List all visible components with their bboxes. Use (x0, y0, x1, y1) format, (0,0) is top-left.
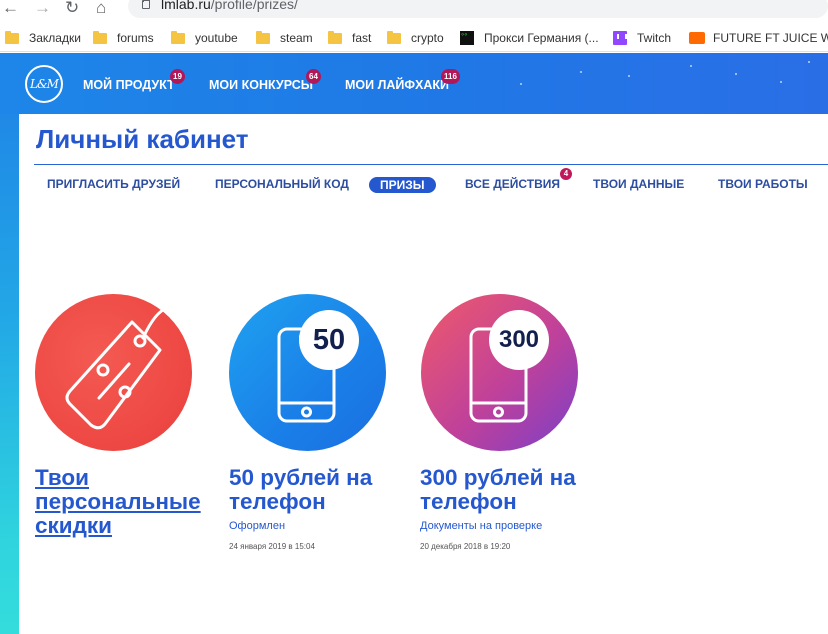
prize-discount-circle[interactable] (35, 294, 192, 451)
prize-date: 20 декабря 2018 в 19:20 (420, 542, 511, 551)
nav-badge: 64 (306, 69, 321, 84)
prize-date: 24 января 2019 в 15:04 (229, 542, 315, 551)
bookmark-youtube[interactable]: youtube (171, 30, 238, 46)
nav-my-contests[interactable]: МОИ КОНКУРСЫ 64 (209, 69, 321, 92)
url-text: lmlab.ru/profile/prizes/ (161, 0, 298, 12)
home-icon[interactable]: ⌂ (96, 0, 106, 18)
tab-personal-code[interactable]: ПЕРСОНАЛЬНЫЙ КОД (215, 177, 349, 191)
nav-badge: 19 (170, 69, 185, 84)
tab-your-data[interactable]: ТВОИ ДАННЫЕ (593, 177, 684, 191)
discount-tag-icon (65, 306, 169, 430)
nav-badge: 116 (441, 69, 460, 84)
proxy-favicon-icon (460, 29, 474, 45)
folder-icon (256, 30, 270, 44)
prize-title: 50 рублей на телефон (229, 465, 373, 514)
folder-icon (387, 30, 401, 44)
page-title: Личный кабинет (36, 124, 249, 154)
bookmark-fast[interactable]: fast (328, 30, 371, 46)
bookmark-zakladki[interactable]: Закладки (5, 30, 81, 46)
tab-your-works[interactable]: ТВОИ РАБОТЫ (718, 177, 808, 191)
bookmark-crypto[interactable]: crypto (387, 30, 444, 46)
prize-50-circle[interactable]: 50 (229, 294, 386, 451)
bookmark-proxy[interactable]: Прокси Германия (... (460, 29, 599, 46)
address-bar[interactable]: lmlab.ru/profile/prizes/ (128, 0, 828, 18)
folder-icon (171, 30, 185, 44)
prize-status: Оформлен (229, 520, 286, 532)
bookmark-future[interactable]: FUTURE FT JUICE W... (689, 30, 828, 46)
profile-panel: Личный кабинет ПРИГЛАСИТЬ ДРУЗЕЙ ПЕРСОНА… (19, 114, 828, 634)
prize-300-circle[interactable]: 300 (421, 294, 578, 451)
amount-badge: 300 (489, 310, 549, 370)
tab-invite-friends[interactable]: ПРИГЛАСИТЬ ДРУЗЕЙ (47, 177, 180, 191)
folder-icon (328, 30, 342, 44)
nav-my-lifehacks[interactable]: МОИ ЛАЙФХАКИ 116 (345, 69, 460, 92)
divider (34, 164, 828, 165)
tab-badge: 4 (560, 168, 573, 180)
browser-address-row: ← → ↻ ⌂ lmlab.ru/profile/prizes/ (0, 0, 828, 20)
reload-icon[interactable]: ↻ (65, 0, 79, 18)
bookmark-forums[interactable]: forums (93, 30, 154, 46)
bookmarks-bar: Закладки forums youtube steam fast crypt… (0, 24, 828, 52)
site-header: L&M МОЙ ПРОДУКТ 19 МОИ КОНКУРСЫ 64 МОИ Л… (0, 53, 828, 114)
bookmark-steam[interactable]: steam (256, 30, 313, 46)
prize-title[interactable]: Твои персональные скидки (35, 466, 201, 538)
tab-all-actions[interactable]: ВСЕ ДЕЙСТВИЯ 4 (465, 168, 573, 191)
folder-icon (5, 30, 19, 44)
twitch-icon (613, 31, 627, 45)
prize-status: Документы на проверке (420, 520, 543, 532)
amount-badge: 50 (299, 310, 359, 370)
back-arrow-icon[interactable]: ← (2, 0, 19, 18)
site-logo[interactable]: L&M (25, 65, 63, 103)
tab-prizes[interactable]: ПРИЗЫ (369, 177, 436, 193)
nav-my-product[interactable]: МОЙ ПРОДУКТ 19 (83, 69, 185, 92)
prize-title: 300 рублей на телефон (420, 465, 576, 514)
forward-arrow-icon[interactable]: → (34, 0, 51, 18)
folder-icon (93, 30, 107, 44)
bookmark-twitch[interactable]: Twitch (613, 30, 671, 46)
soundcloud-icon (689, 32, 705, 44)
lock-icon (142, 0, 150, 9)
